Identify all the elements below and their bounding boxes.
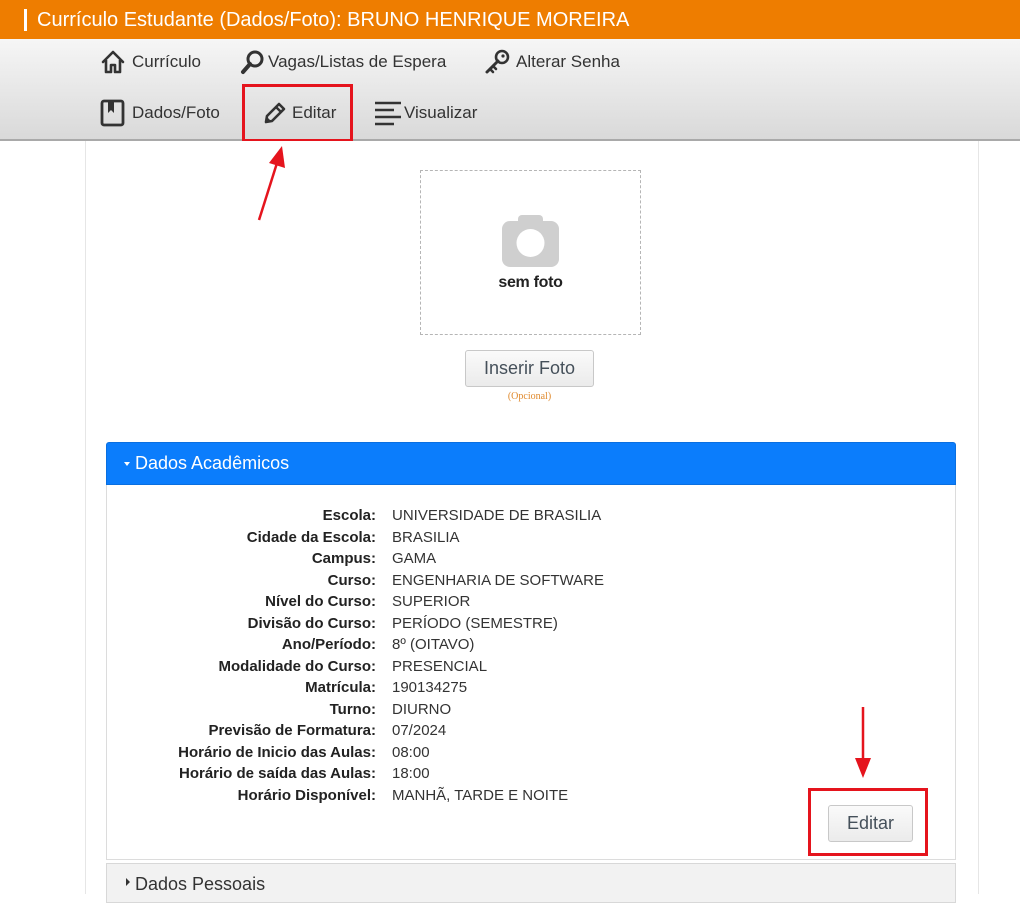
arrow-up-annotation (257, 146, 285, 221)
arrow-down-annotation (855, 707, 871, 778)
annotation-arrows (257, 146, 871, 778)
